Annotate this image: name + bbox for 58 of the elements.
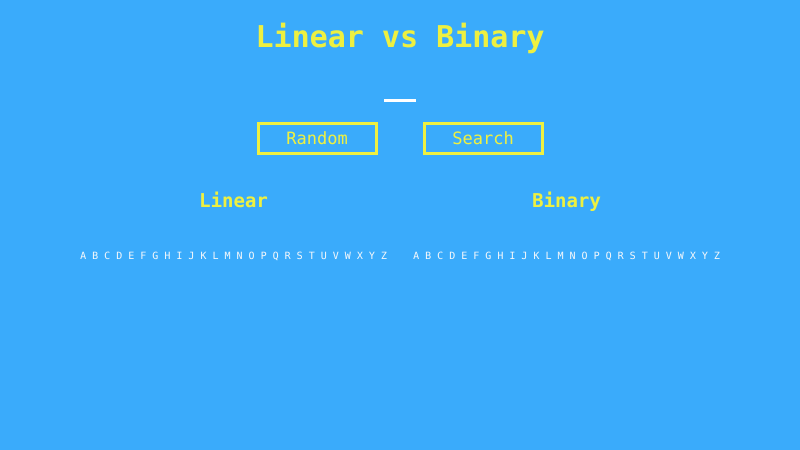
- letter: U: [654, 251, 660, 263]
- letter: R: [618, 251, 624, 263]
- section-heading: Binary: [532, 189, 601, 213]
- letter: X: [356, 251, 363, 263]
- letter: B: [92, 251, 98, 263]
- letter: V: [332, 251, 339, 263]
- letter: C: [437, 251, 444, 263]
- letter: L: [212, 251, 218, 263]
- letter: I: [509, 251, 516, 263]
- letter: W: [344, 251, 351, 263]
- letter: Z: [380, 251, 387, 263]
- letter: V: [666, 251, 672, 263]
- letter: O: [582, 251, 588, 263]
- letter: Q: [606, 251, 612, 263]
- letter: T: [308, 251, 315, 263]
- letter: H: [164, 251, 170, 263]
- letter: A: [80, 251, 86, 263]
- letter: Y: [702, 251, 708, 263]
- letter: U: [320, 251, 327, 263]
- section-heading: Linear: [199, 189, 268, 213]
- letter: S: [630, 251, 636, 263]
- action-button[interactable]: Search: [422, 122, 544, 155]
- letter: Z: [714, 251, 720, 263]
- letter: T: [642, 251, 648, 263]
- action-button[interactable]: Random: [256, 122, 378, 155]
- letter: J: [188, 251, 194, 263]
- letter: S: [296, 251, 303, 263]
- letter: H: [497, 251, 504, 263]
- letter: X: [690, 251, 696, 263]
- page-title: Linear vs Binary: [256, 21, 544, 55]
- letter: J: [521, 251, 528, 263]
- letter: M: [224, 251, 230, 263]
- letter: F: [473, 251, 480, 263]
- letter: D: [116, 251, 122, 263]
- letter: O: [248, 251, 255, 263]
- letter: G: [485, 251, 492, 263]
- letter: L: [545, 251, 552, 263]
- letter: E: [461, 251, 468, 263]
- target-underline: [384, 99, 416, 102]
- letter: Q: [272, 251, 279, 263]
- letter: Y: [368, 251, 375, 263]
- letter: R: [284, 251, 291, 263]
- letter: P: [594, 251, 600, 263]
- letter: E: [128, 251, 134, 263]
- letter: W: [678, 251, 684, 263]
- letter: G: [152, 251, 158, 263]
- letter: K: [533, 251, 540, 263]
- letter: B: [425, 251, 432, 263]
- letter: C: [104, 251, 110, 263]
- letter: F: [140, 251, 146, 263]
- letter: I: [176, 251, 182, 263]
- letter: P: [260, 251, 267, 263]
- letter: K: [200, 251, 206, 263]
- letter: M: [557, 251, 564, 263]
- letter: N: [570, 251, 576, 263]
- letter: A: [413, 251, 420, 263]
- letter: N: [236, 251, 243, 263]
- letter: D: [449, 251, 456, 263]
